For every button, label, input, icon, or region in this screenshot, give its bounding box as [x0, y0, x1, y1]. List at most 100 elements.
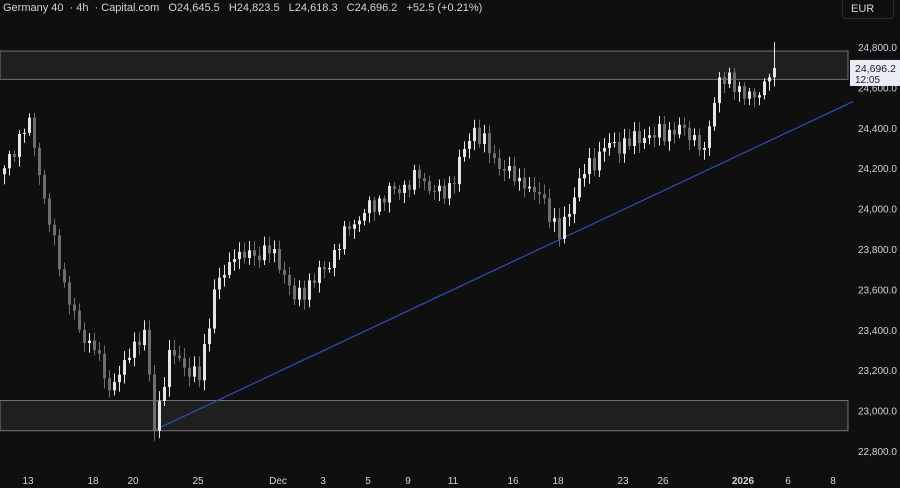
candle-body	[273, 249, 276, 254]
candle	[693, 128, 696, 147]
candle-body	[768, 77, 771, 82]
candle	[733, 67, 736, 101]
candle-body	[488, 133, 491, 154]
candle	[228, 252, 231, 279]
candle	[28, 113, 31, 136]
candle-body	[178, 355, 181, 359]
candle	[23, 128, 26, 143]
price-axis-label: 23,600.0	[858, 285, 897, 296]
candle	[8, 150, 11, 176]
candle-body	[423, 178, 426, 182]
candle	[573, 187, 576, 224]
candle	[503, 159, 506, 182]
candle-body	[648, 135, 651, 138]
candle-body	[268, 245, 271, 254]
candle-body	[573, 197, 576, 215]
candle	[183, 348, 186, 377]
candle	[338, 243, 341, 260]
candle-body	[23, 132, 26, 134]
candle-body	[378, 198, 381, 212]
candle-body	[483, 133, 486, 144]
candle-body	[753, 91, 756, 98]
candle-body	[323, 267, 326, 270]
candle-body	[93, 340, 96, 350]
price-axis-label: 23,000.0	[858, 407, 897, 418]
candle	[698, 128, 701, 157]
candle-body	[408, 184, 411, 190]
candle	[643, 129, 646, 149]
candle	[718, 71, 721, 113]
candle	[633, 122, 636, 155]
candle	[3, 165, 6, 185]
candle-body	[668, 129, 671, 142]
candle-body	[393, 186, 396, 190]
candle-body	[133, 341, 136, 358]
candle	[663, 116, 666, 146]
candle-body	[538, 191, 541, 195]
candle-body	[328, 267, 331, 270]
time-axis-label: 2026	[732, 476, 755, 487]
candle	[408, 180, 411, 198]
candle	[473, 119, 476, 151]
candle-body	[558, 218, 561, 239]
candle-body	[83, 329, 86, 344]
candle	[288, 266, 291, 296]
candle-body	[298, 287, 301, 300]
candle	[618, 132, 621, 164]
candle	[528, 177, 531, 193]
candle-body	[438, 185, 441, 192]
candle	[323, 260, 326, 279]
candle	[523, 168, 526, 198]
candle	[673, 122, 676, 144]
candle-body	[163, 386, 166, 401]
candle-body	[418, 169, 421, 179]
candle-body	[663, 124, 666, 142]
time-axis-label: 18	[87, 476, 99, 487]
candle-body	[53, 224, 56, 236]
candle	[88, 333, 91, 353]
candle-body	[618, 142, 621, 154]
candle	[318, 260, 321, 293]
candle	[223, 265, 226, 287]
candle	[248, 240, 251, 265]
price-chart[interactable]: 24,800.024,600.024,400.024,200.024,000.0…	[0, 0, 900, 488]
candle	[58, 229, 61, 277]
candle-body	[343, 226, 346, 250]
candle-body	[228, 262, 231, 275]
candle	[238, 242, 241, 269]
candle	[53, 218, 56, 246]
candle-body	[43, 175, 46, 199]
candle-body	[188, 367, 191, 377]
candle-body	[208, 328, 211, 345]
candle-body	[398, 189, 401, 193]
candle	[483, 124, 486, 153]
candle-body	[568, 214, 571, 217]
candle-body	[468, 140, 471, 149]
candle-body	[713, 102, 716, 127]
candle-body	[528, 186, 531, 189]
candle-body	[373, 200, 376, 212]
candle	[498, 149, 501, 176]
candle	[518, 168, 521, 191]
candle	[368, 196, 371, 223]
candle-body	[248, 250, 251, 258]
candle-body	[518, 177, 521, 182]
candle	[73, 297, 76, 320]
candle-body	[678, 124, 681, 135]
candle	[358, 216, 361, 232]
candle	[108, 369, 111, 398]
candle	[283, 261, 286, 284]
candle-body	[628, 138, 631, 146]
candle-body	[738, 86, 741, 92]
candle	[708, 120, 711, 156]
candle-body	[333, 249, 336, 268]
candle-body	[673, 129, 676, 135]
candle-body	[458, 156, 461, 185]
candle	[508, 156, 511, 179]
candle	[763, 78, 766, 100]
candle-body	[33, 117, 36, 148]
candle	[348, 221, 351, 236]
candle-body	[693, 135, 696, 141]
candle-body	[368, 200, 371, 214]
candle-countdown: 12:05	[855, 75, 880, 86]
